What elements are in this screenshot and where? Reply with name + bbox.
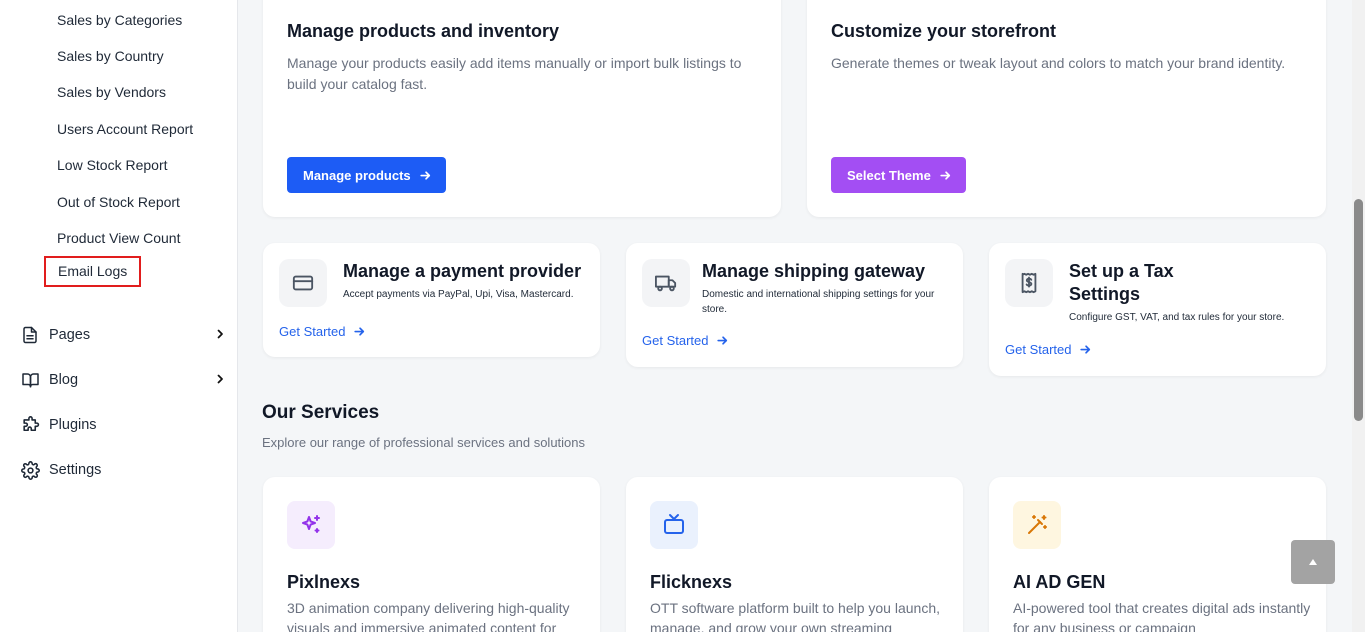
caret-up-icon [1308, 553, 1318, 571]
sidebar-item-low-stock-report[interactable]: Low Stock Report [57, 157, 168, 173]
payment-card-title: Manage a payment provider [343, 261, 582, 281]
get-started-label: Get Started [279, 324, 346, 339]
sidebar-item-label: Plugins [49, 417, 97, 433]
tv-icon [650, 501, 698, 549]
arrow-right-icon [1079, 343, 1092, 356]
get-started-label: Get Started [1005, 342, 1072, 357]
storefront-card-title: Customize your storefront [831, 21, 1057, 41]
service-name: Pixlnexs [287, 572, 361, 592]
sidebar-item-sales-by-vendors[interactable]: Sales by Vendors [57, 84, 166, 100]
sidebar-item-sales-by-country[interactable]: Sales by Country [57, 48, 164, 64]
tax-card-title-line2: Settings [1069, 284, 1141, 304]
services-section-title: Our Services [262, 402, 380, 423]
sidebar-item-product-view-count[interactable]: Product View Count [57, 230, 180, 246]
products-card-description: Manage your products easily add items ma… [287, 55, 742, 92]
payment-card-description: Accept payments via PayPal, Upi, Visa, M… [343, 289, 574, 300]
tax-card-description: Configure GST, VAT, and tax rules for yo… [1069, 312, 1285, 323]
service-description: OTT software platform built to help you … [650, 600, 940, 632]
puzzle-icon [20, 415, 40, 435]
sidebar-item-pages[interactable]: Pages [20, 323, 230, 347]
arrow-right-icon [716, 334, 729, 347]
shipping-card-title: Manage shipping gateway [702, 261, 926, 281]
products-card-title: Manage products and inventory [287, 21, 560, 41]
service-name: Flicknexs [650, 572, 733, 592]
scrollbar-thumb[interactable] [1354, 199, 1363, 421]
service-description: 3D animation company delivering high-qua… [287, 600, 570, 632]
sidebar-item-users-account-report[interactable]: Users Account Report [57, 121, 193, 137]
sidebar-item-sales-by-categories[interactable]: Sales by Categories [57, 12, 182, 28]
service-name: AI AD GEN [1013, 572, 1106, 592]
payment-setup-card: Manage a payment provider Accept payment… [263, 243, 600, 357]
sidebar: Sales by Categories Sales by Country Sal… [0, 0, 238, 632]
chevron-right-icon [214, 327, 226, 345]
sidebar-item-label: Blog [49, 372, 79, 388]
receipt-icon [1005, 259, 1053, 307]
service-description: AI-powered tool that creates digital ads… [1013, 600, 1311, 632]
sidebar-item-label: Pages [49, 327, 91, 343]
tax-get-started-link[interactable]: Get Started [1005, 342, 1092, 357]
payment-get-started-link[interactable]: Get Started [279, 324, 366, 339]
file-icon [20, 325, 40, 345]
service-card-ai-ad-gen[interactable]: AI AD GEN AI-powered tool that creates d… [989, 477, 1326, 632]
shipping-setup-card: Manage shipping gateway Domestic and int… [626, 243, 963, 367]
tax-card-title: Set up a Tax Settings [1069, 260, 1174, 306]
sidebar-item-out-of-stock-report[interactable]: Out of Stock Report [57, 194, 180, 210]
storefront-setup-card: Customize your storefront Generate theme… [807, 0, 1326, 217]
get-started-label: Get Started [642, 333, 709, 348]
scroll-to-top-button[interactable] [1291, 540, 1335, 584]
select-theme-button[interactable]: Select Theme [831, 157, 966, 193]
products-setup-card: Manage products and inventory Manage you… [263, 0, 781, 217]
tax-setup-card: Set up a Tax Settings Configure GST, VAT… [989, 243, 1326, 376]
manage-products-label: Manage products [303, 167, 411, 183]
arrow-right-icon [353, 325, 366, 338]
truck-icon [642, 259, 690, 307]
magic-wand-icon [1013, 501, 1061, 549]
service-card-pixlnexs[interactable]: Pixlnexs 3D animation company delivering… [263, 477, 600, 632]
page-scrollbar[interactable] [1352, 0, 1365, 632]
credit-card-icon [279, 259, 327, 307]
services-section-subtitle: Explore our range of professional servic… [262, 435, 586, 450]
sparkles-icon [287, 501, 335, 549]
chevron-right-icon [214, 372, 226, 390]
sidebar-item-email-logs[interactable]: Email Logs [44, 256, 142, 287]
sidebar-item-settings[interactable]: Settings [20, 458, 230, 482]
manage-products-button[interactable]: Manage products [287, 157, 446, 193]
sidebar-item-blog[interactable]: Blog [20, 368, 230, 392]
sidebar-item-plugins[interactable]: Plugins [20, 413, 230, 437]
tax-card-title-line1: Set up a Tax [1069, 261, 1174, 281]
arrow-right-icon [419, 169, 432, 182]
gear-icon [20, 460, 40, 480]
book-icon [20, 370, 40, 390]
select-theme-label: Select Theme [847, 167, 931, 183]
sidebar-item-label: Settings [49, 462, 102, 478]
shipping-card-description: Domestic and international shipping sett… [702, 289, 935, 315]
arrow-right-icon [939, 169, 952, 182]
storefront-card-description: Generate themes or tweak layout and colo… [831, 55, 1286, 71]
service-card-flicknexs[interactable]: Flicknexs OTT software platform built to… [626, 477, 963, 632]
shipping-get-started-link[interactable]: Get Started [642, 333, 729, 348]
